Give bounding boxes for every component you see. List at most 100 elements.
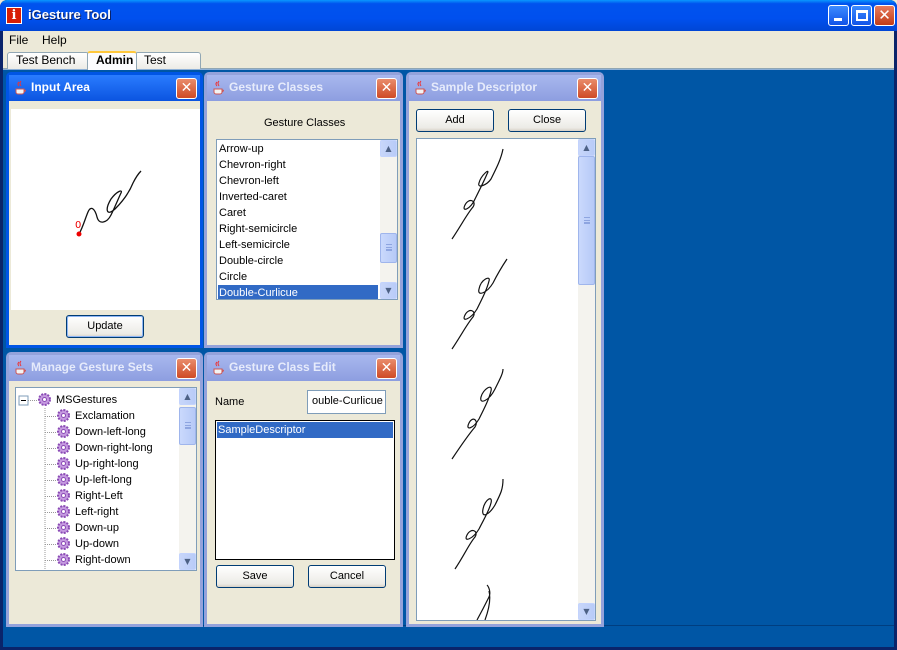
java-cup-icon — [15, 360, 26, 375]
tree-item-label: Down-right-long — [75, 442, 153, 454]
java-cup-icon — [15, 80, 26, 95]
gesture-class-scrollbar[interactable]: ▲ ▼ — [380, 140, 397, 299]
scroll-up-icon[interactable]: ▲ — [578, 139, 595, 156]
name-field[interactable]: ouble-Curlicue — [307, 390, 386, 414]
list-item[interactable]: Right-semicircle — [218, 221, 378, 237]
tree-item-label: Exclamation — [75, 410, 135, 422]
tree-item[interactable]: Exclamation — [56, 408, 176, 424]
sample-list-scrollbar[interactable]: ▲ ▼ — [578, 139, 595, 620]
list-item[interactable]: Circle — [218, 269, 378, 285]
sample-descriptor-window: Sample Descriptor ✕ Add Close ▲ ▼ — [406, 72, 604, 627]
scroll-down-icon[interactable]: ▼ — [578, 603, 595, 620]
scroll-thumb[interactable] — [380, 233, 397, 263]
tree-item-label: Left-right — [75, 506, 119, 518]
app-window: i iGesture Tool ✕ File Help Test Bench A… — [0, 0, 897, 650]
tree-item-label: Up-down — [75, 538, 120, 550]
close-icon[interactable]: ✕ — [577, 78, 598, 99]
gesture-canvas[interactable]: 0 — [11, 109, 200, 310]
gesture-sample — [451, 258, 508, 350]
gesture-sets-title: Manage Gesture Sets — [31, 360, 154, 374]
tree-root[interactable]: MSGestures — [37, 392, 157, 408]
scroll-thumb[interactable] — [179, 407, 196, 445]
close-icon: ✕ — [878, 6, 891, 24]
list-item[interactable]: Chevron-left — [218, 173, 378, 189]
descriptor-list[interactable]: SampleDescriptor — [215, 420, 395, 560]
list-item[interactable]: Inverted-caret — [218, 189, 378, 205]
tree-item[interactable]: Left-right — [56, 504, 176, 520]
scroll-down-icon[interactable]: ▼ — [179, 553, 196, 570]
window-title: iGesture Tool — [28, 7, 111, 22]
tree-item[interactable]: Up-left-long — [56, 472, 176, 488]
list-item-selected[interactable]: SampleDescriptor — [217, 422, 393, 438]
list-item[interactable]: Arrow-up — [218, 141, 378, 157]
sample-list[interactable]: ▲ ▼ — [416, 138, 596, 621]
close-icon[interactable]: ✕ — [176, 78, 197, 99]
close-sample-button[interactable]: Close — [508, 109, 586, 132]
add-sample-button[interactable]: Add — [416, 109, 494, 132]
gesture-classes-header: Gesture Classes — [264, 117, 346, 129]
cancel-button[interactable]: Cancel — [308, 565, 386, 588]
gesture-set-icon — [38, 393, 51, 406]
list-item[interactable]: Left-semicircle — [218, 237, 378, 253]
gesture-class-list[interactable]: Arrow-up Chevron-right Chevron-left Inve… — [216, 139, 398, 300]
gesture-sample — [476, 584, 491, 620]
input-area-window: Input Area ✕ 0 Update — [6, 72, 203, 348]
gesture-class-icon — [57, 441, 70, 454]
gesture-class-icon — [57, 553, 70, 566]
gesture-set-tree[interactable]: MSGestures Exclamation Down-left-long Do… — [15, 387, 197, 571]
gesture-class-icon — [57, 409, 70, 422]
gesture-sets-title-bar[interactable]: Manage Gesture Sets ✕ — [9, 355, 200, 381]
app-logo-icon: i — [6, 7, 22, 24]
tree-root-label: MSGestures — [56, 394, 118, 406]
tab-test-data[interactable]: Test Data — [135, 52, 201, 82]
list-item[interactable]: Double-circle — [218, 253, 378, 269]
tree-item[interactable]: Down-up — [56, 520, 176, 536]
scroll-up-icon[interactable]: ▲ — [179, 388, 196, 405]
minimize-button[interactable] — [828, 5, 849, 26]
gesture-set-scrollbar[interactable]: ▲ ▼ — [179, 388, 196, 570]
close-window-button[interactable]: ✕ — [874, 5, 895, 26]
stroke-start-point — [76, 231, 82, 237]
menu-help[interactable]: Help — [42, 33, 67, 47]
java-cup-icon — [213, 360, 224, 375]
scroll-down-icon[interactable]: ▼ — [380, 282, 397, 299]
gesture-sample — [454, 478, 504, 570]
close-icon[interactable]: ✕ — [176, 358, 197, 379]
gesture-sets-body: MSGestures Exclamation Down-left-long Do… — [9, 381, 200, 624]
java-cup-icon — [213, 80, 224, 95]
gesture-class-edit-title-bar[interactable]: Gesture Class Edit ✕ — [207, 355, 400, 381]
title-bar[interactable]: i iGesture Tool ✕ — [0, 0, 897, 31]
maximize-button[interactable] — [851, 5, 872, 26]
tree-item[interactable]: Down-right-long — [56, 440, 176, 456]
list-item[interactable]: Caret — [218, 205, 378, 221]
save-button[interactable]: Save — [216, 565, 294, 588]
update-button[interactable]: Update — [66, 315, 144, 338]
tree-item[interactable]: Down-left-long — [56, 424, 176, 440]
gesture-classes-title-bar[interactable]: Gesture Classes ✕ — [207, 75, 400, 101]
tree-item-label: Right-down — [75, 554, 131, 566]
tree-item[interactable]: Up-down — [56, 536, 176, 552]
input-area-title: Input Area — [31, 80, 90, 94]
menu-bar: File Help — [3, 31, 894, 50]
gesture-class-icon — [57, 537, 70, 550]
gesture-class-edit-window: Gesture Class Edit ✕ Name ouble-Curlicue… — [204, 352, 403, 627]
tab-admin[interactable]: Admin — [87, 51, 137, 70]
scroll-thumb[interactable] — [578, 156, 595, 285]
sample-descriptor-title-bar[interactable]: Sample Descriptor ✕ — [409, 75, 601, 101]
name-label: Name — [215, 396, 245, 408]
tree-item[interactable]: Right-Left — [56, 488, 176, 504]
maximize-icon — [856, 10, 868, 21]
tree-item[interactable]: Right-down — [56, 552, 176, 568]
scroll-up-icon[interactable]: ▲ — [380, 140, 397, 157]
sample-descriptor-body: Add Close ▲ ▼ — [409, 101, 601, 624]
gesture-classes-body: Gesture Classes Arrow-up Chevron-right C… — [207, 101, 400, 345]
tree-item[interactable]: Up-right-long — [56, 456, 176, 472]
list-item-selected[interactable]: Double-Curlicue — [218, 285, 378, 299]
tab-test-bench[interactable]: Test Bench — [7, 52, 89, 69]
menu-file[interactable]: File — [9, 33, 28, 47]
list-item[interactable]: Chevron-right — [218, 157, 378, 173]
close-icon[interactable]: ✕ — [376, 358, 397, 379]
tree-item-label: Down-up — [75, 522, 120, 534]
input-area-title-bar[interactable]: Input Area ✕ — [9, 75, 200, 101]
close-icon[interactable]: ✕ — [376, 78, 397, 99]
